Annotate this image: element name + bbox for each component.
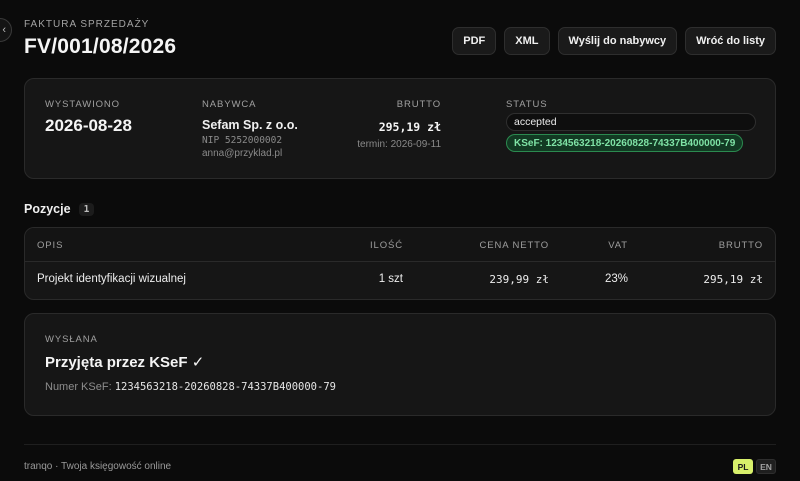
back-nav-button[interactable]: ‹ — [0, 18, 12, 42]
sent-label: WYSŁANA — [45, 334, 98, 345]
table-header: OPIS ILOŚĆ CENA NETTO VAT BRUTTO — [25, 228, 775, 262]
items-table: OPIS ILOŚĆ CENA NETTO VAT BRUTTO Projekt… — [24, 227, 776, 300]
ksef-number-value: 1234563218-20260828-74337B400000-79 — [114, 381, 336, 393]
col-header-gross: BRUTTO — [718, 240, 763, 251]
lang-pl-button[interactable]: PL — [733, 459, 753, 474]
issued-label: WYSTAWIONO — [45, 99, 120, 110]
items-count-badge: 1 — [78, 202, 95, 216]
cell-description: Projekt identyfikacji wizualnej — [37, 273, 186, 285]
cell-quantity: 1 szt — [378, 273, 403, 285]
sent-content: WYSŁANA Przyjęta przez KSeF ✓ Numer KSeF… — [45, 334, 336, 393]
footer-brand-text: tranqo · Twoja księgowość online — [24, 461, 172, 472]
lang-en-button[interactable]: EN — [756, 459, 776, 474]
pdf-button[interactable]: PDF — [452, 27, 497, 55]
footer-divider — [24, 444, 776, 445]
table-row: Projekt identyfikacji wizualnej 1 szt 23… — [25, 262, 775, 296]
chevron-left-icon: ‹ — [2, 24, 6, 36]
buyer-column: NABYWCA Sefam Sp. z o.o. NIP 5252000002 … — [202, 99, 298, 159]
items-section-header: Pozycje 1 — [24, 202, 95, 216]
status-column: STATUS accepted KSeF: 1234563218-2026082… — [506, 99, 756, 152]
invoice-summary-card: WYSTAWIONO 2026-08-28 NABYWCA Sefam Sp. … — [24, 78, 776, 179]
items-title: Pozycje — [24, 202, 71, 216]
issued-column: WYSTAWIONO 2026-08-28 — [45, 99, 132, 136]
xml-button[interactable]: XML — [504, 27, 550, 55]
brutto-label: BRUTTO — [396, 99, 441, 110]
header-actions: PDF XML Wyślij do nabywcy Wróć do listy — [452, 27, 776, 55]
send-to-buyer-button[interactable]: Wyślij do nabywcy — [557, 27, 678, 55]
buyer-label: NABYWCA — [202, 99, 257, 110]
page-title: FV/001/08/2026 — [24, 35, 177, 58]
status-label: STATUS — [506, 99, 548, 110]
cell-vat: 23% — [604, 273, 628, 285]
issued-date: 2026-08-28 — [45, 116, 132, 135]
cell-net-price: 239,99 zł — [489, 273, 549, 286]
col-header-net-price: CENA NETTO — [479, 240, 549, 251]
brutto-column: BRUTTO 295,19 zł termin: 2026-09-11 — [341, 99, 441, 150]
due-date: termin: 2026-09-11 — [357, 139, 441, 150]
col-header-vat: VAT — [608, 240, 628, 251]
back-to-list-button[interactable]: Wróć do listy — [685, 27, 776, 55]
cell-gross: 295,19 zł — [703, 273, 763, 286]
ksef-sent-card: WYSŁANA Przyjęta przez KSeF ✓ Numer KSeF… — [24, 313, 776, 416]
status-badge: accepted — [506, 113, 756, 131]
col-header-description: OPIS — [37, 240, 64, 251]
document-type-label: FAKTURA SPRZEDAŻY — [24, 19, 150, 30]
ksef-badge: KSeF: 1234563218-20260828-74337B400000-7… — [506, 134, 744, 152]
col-header-quantity: ILOŚĆ — [369, 240, 403, 251]
language-switcher: PL EN — [733, 459, 776, 474]
buyer-email: anna@przyklad.pl — [202, 148, 283, 159]
ksef-number-label: Numer KSeF: — [45, 381, 112, 393]
brutto-value: 295,19 zł — [378, 120, 441, 134]
ksef-number-line: Numer KSeF: 1234563218-20260828-74337B40… — [45, 381, 336, 393]
sent-title: Przyjęta przez KSeF ✓ — [45, 354, 205, 371]
buyer-name: Sefam Sp. z o.o. — [202, 118, 298, 132]
buyer-nip: NIP 5252000002 — [202, 135, 283, 146]
